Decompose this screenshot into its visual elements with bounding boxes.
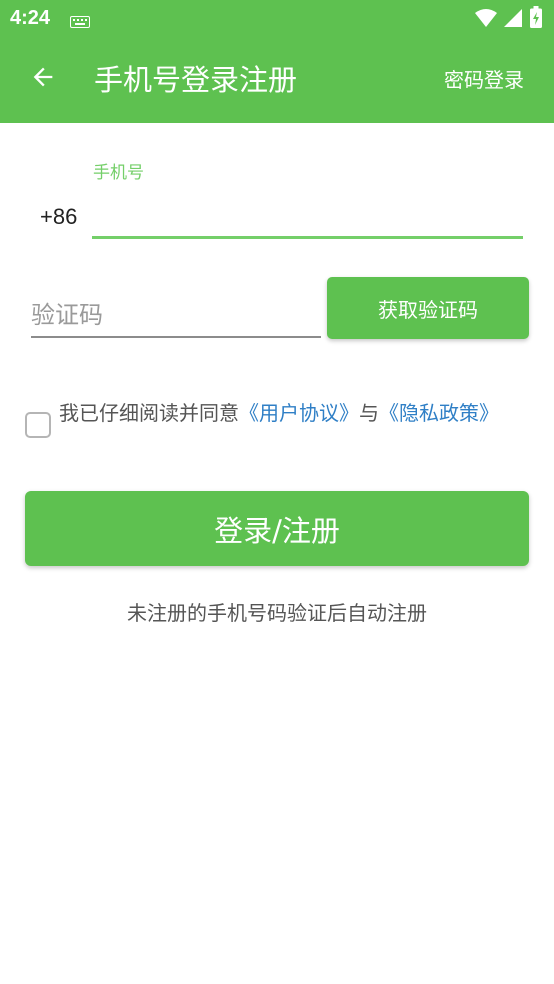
arrow-left-icon bbox=[29, 63, 57, 95]
battery-icon bbox=[530, 6, 542, 32]
agreement-and: 与 bbox=[359, 401, 379, 425]
wifi-icon bbox=[475, 8, 497, 32]
status-time: 4:24 bbox=[10, 7, 51, 29]
login-register-button[interactable]: 登录/注册 bbox=[25, 491, 529, 566]
signal-icon bbox=[503, 8, 523, 32]
app-bar: 手机号登录注册 密码登录 bbox=[0, 36, 554, 123]
user-agreement-link[interactable]: 《用户协议》 bbox=[239, 401, 359, 425]
agreement-checkbox[interactable] bbox=[25, 412, 51, 438]
privacy-policy-link[interactable]: 《隐私政策》 bbox=[379, 401, 499, 425]
phone-label: 手机号 bbox=[93, 163, 144, 183]
phone-prefix: +86 bbox=[40, 204, 78, 229]
phone-input[interactable] bbox=[92, 196, 523, 239]
back-button[interactable] bbox=[22, 58, 64, 100]
agreement-text: 我已仔细阅读并同意《用户协议》与《隐私政策》 bbox=[59, 400, 519, 426]
password-login-button[interactable]: 密码登录 bbox=[444, 66, 524, 94]
get-code-button[interactable]: 获取验证码 bbox=[327, 277, 529, 339]
verification-code-input[interactable] bbox=[31, 294, 321, 338]
agreement-prefix: 我已仔细阅读并同意 bbox=[59, 401, 239, 425]
page-title: 手机号登录注册 bbox=[94, 63, 298, 97]
keyboard-icon bbox=[70, 13, 90, 32]
auto-register-hint: 未注册的手机号码验证后自动注册 bbox=[127, 601, 427, 625]
status-bar: 4:24 bbox=[0, 0, 554, 36]
